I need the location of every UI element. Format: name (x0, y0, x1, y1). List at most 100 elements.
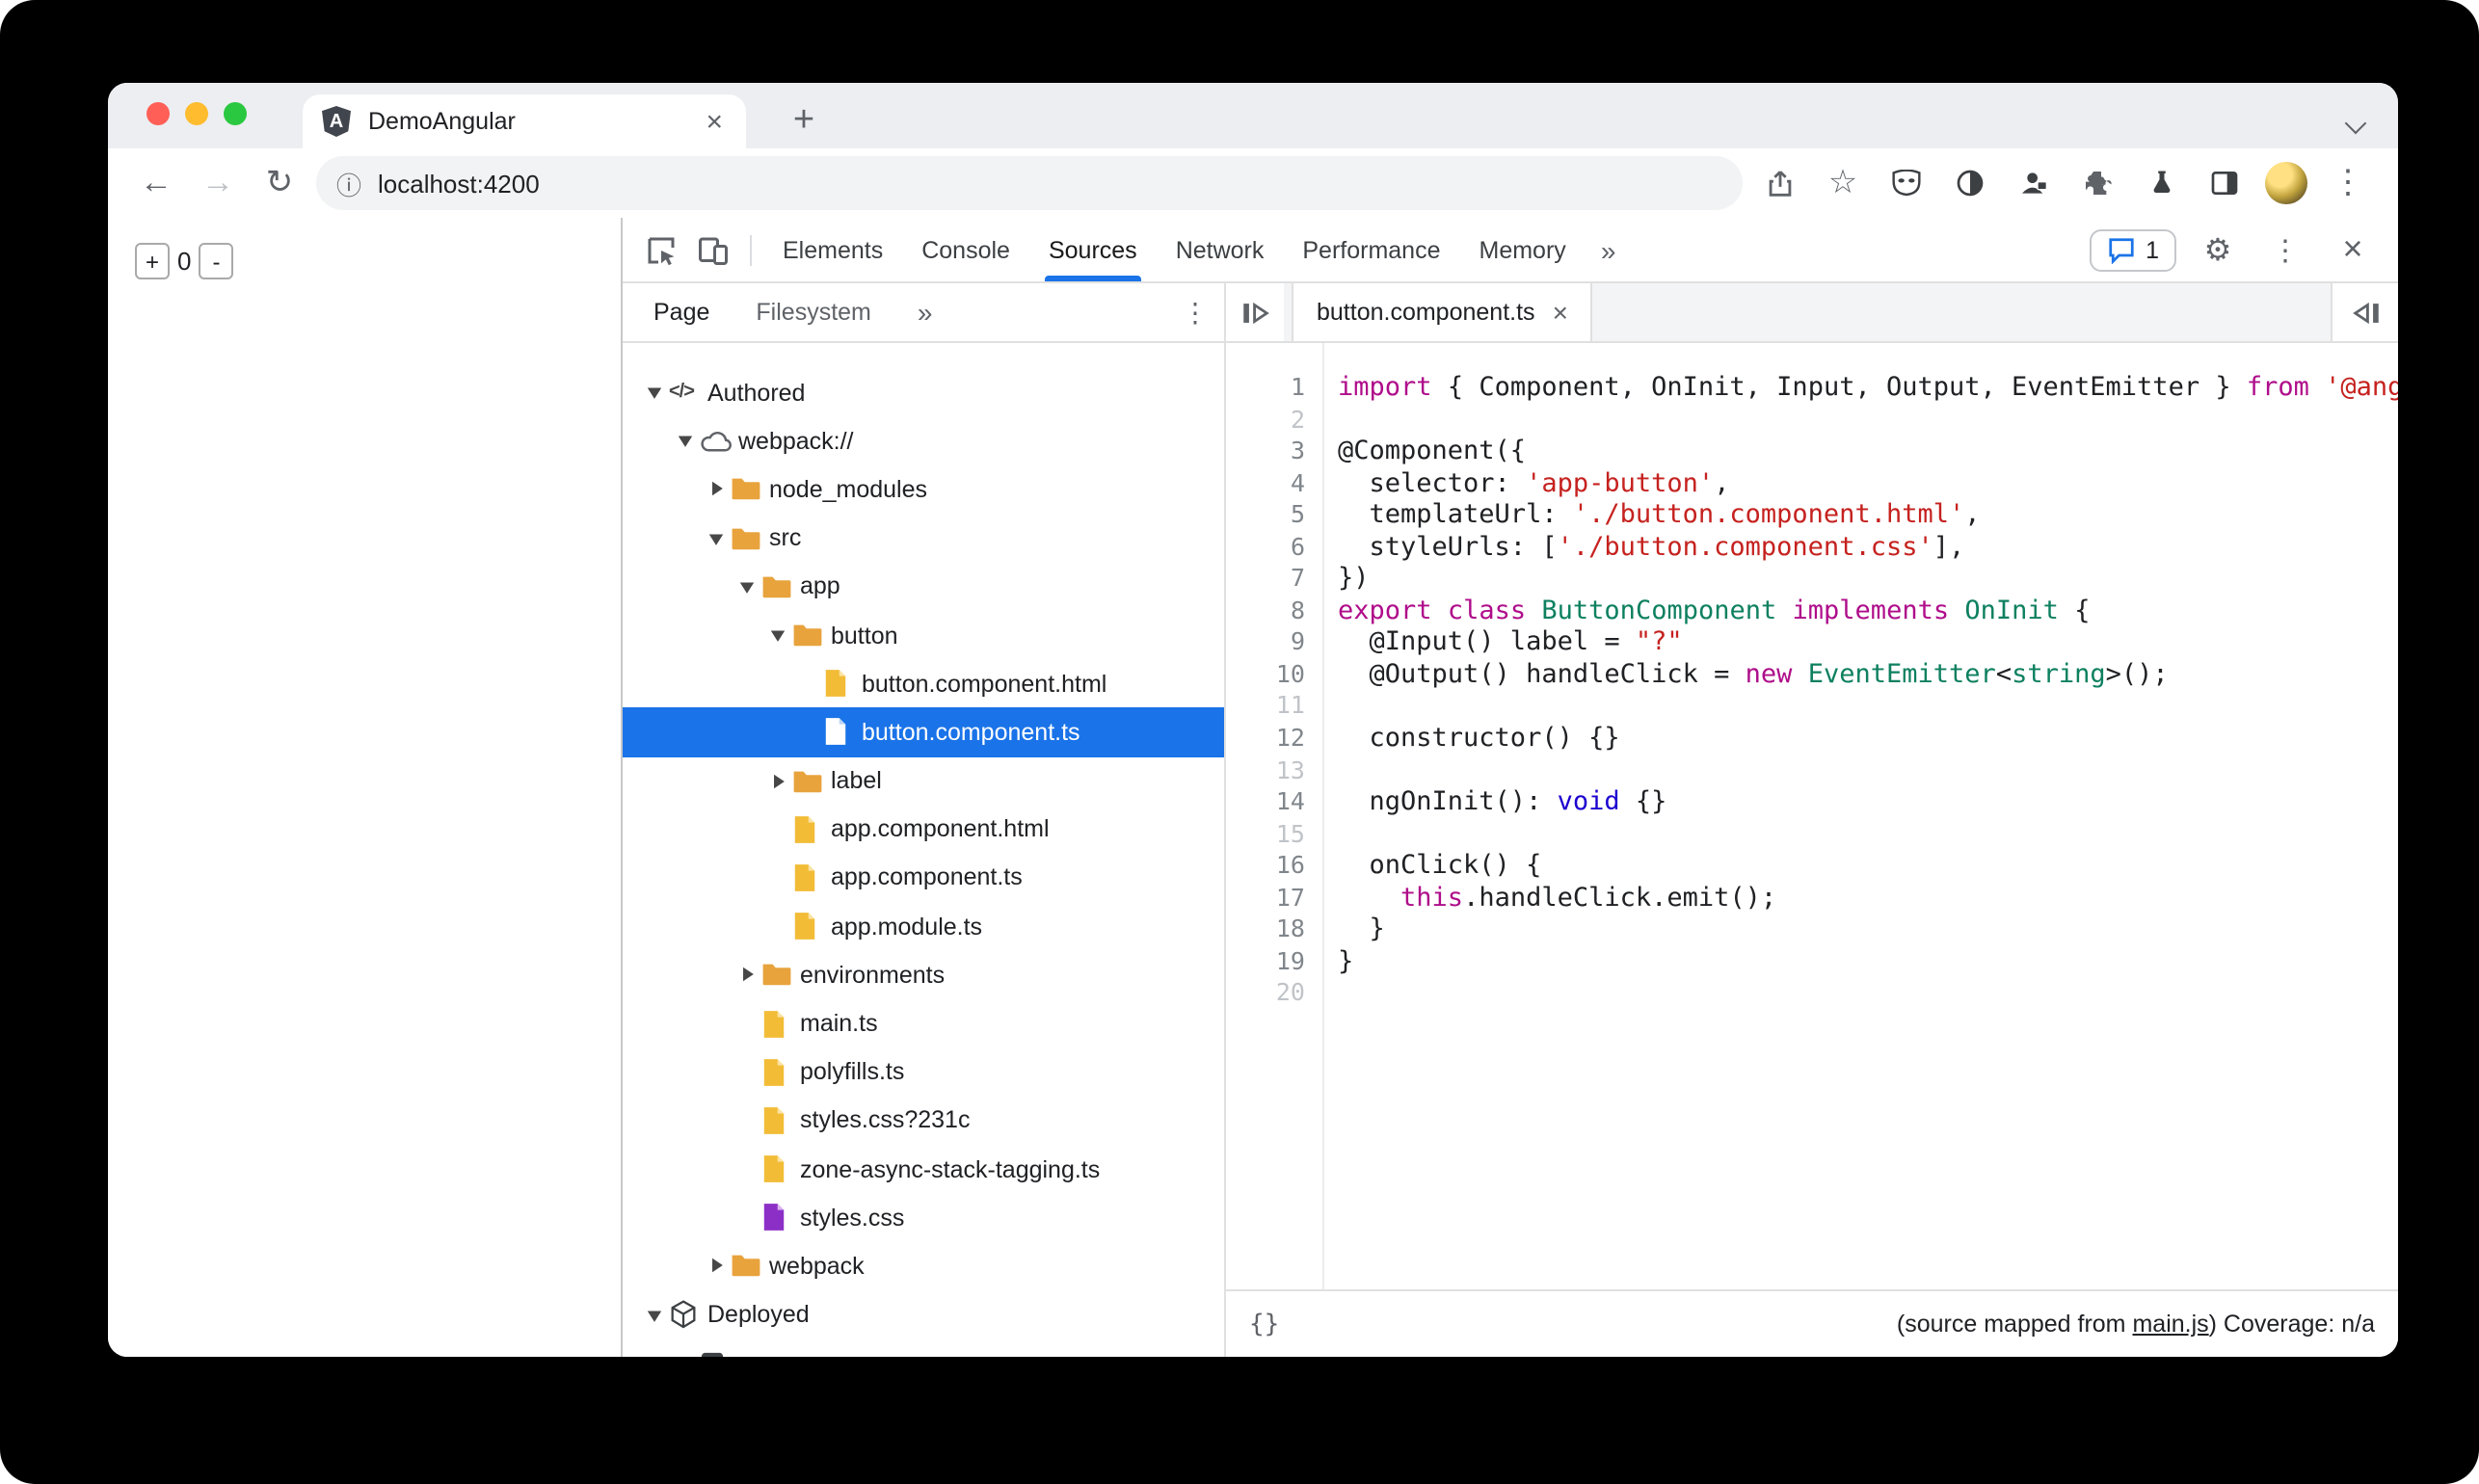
settings-gear-icon[interactable]: ⚙ (2192, 225, 2244, 275)
code-editor[interactable]: 1 import { Component, OnInit, Input, Outp… (1226, 343, 2398, 1357)
tree-item-partial[interactable] (623, 1339, 1224, 1357)
tab-close-icon[interactable]: × (702, 103, 727, 140)
code-line-13[interactable]: 13 (1226, 755, 2398, 786)
nav-tab-filesystem[interactable]: Filesystem (748, 299, 878, 326)
line-number[interactable]: 14 (1226, 786, 1322, 818)
tree-item-button[interactable]: button (623, 611, 1224, 659)
increment-button[interactable]: + (135, 243, 170, 279)
navigator-kebab-icon[interactable]: ⋮ (1182, 296, 1209, 329)
tree-item-app-component-html[interactable]: app.component.html (623, 805, 1224, 853)
code-line-10[interactable]: 10 @Output() handleClick = new EventEmit… (1226, 659, 2398, 691)
expander-open-icon[interactable] (638, 1306, 669, 1323)
zoom-window-button[interactable] (224, 102, 247, 125)
line-number[interactable]: 5 (1226, 499, 1322, 531)
tree-item-zone-async-stack-tagging-ts[interactable]: zone-async-stack-tagging.ts (623, 1145, 1224, 1193)
expander-closed-icon[interactable] (700, 481, 731, 498)
tree-item-node-modules[interactable]: node_modules (623, 465, 1224, 514)
show-sidebar-icon[interactable] (2331, 283, 2398, 341)
line-number[interactable]: 1 (1226, 372, 1322, 404)
more-tabs-chevron[interactable]: » (1586, 234, 1632, 265)
extension-contrast-icon[interactable] (1947, 158, 1993, 208)
reload-icon[interactable]: ↻ (254, 158, 305, 208)
code-line-11[interactable]: 11 (1226, 691, 2398, 723)
browser-tab[interactable]: A DemoAngular × (303, 94, 746, 148)
code-line-20[interactable]: 20 (1226, 978, 2398, 1010)
tree-item-app[interactable]: app (623, 563, 1224, 611)
code-line-16[interactable]: 16 onClick() { (1226, 850, 2398, 882)
expander-open-icon[interactable] (700, 529, 731, 546)
tree-item-environments[interactable]: environments (623, 951, 1224, 999)
expander-closed-icon[interactable] (731, 967, 761, 984)
tab-network[interactable]: Network (1157, 218, 1284, 281)
inspect-element-icon[interactable] (634, 225, 686, 275)
extensions-puzzle-icon[interactable] (2074, 158, 2120, 208)
line-number[interactable]: 2 (1226, 404, 1322, 436)
tree-item-styles-css[interactable]: styles.css (623, 1193, 1224, 1241)
tree-item-src[interactable]: src (623, 514, 1224, 562)
editor-tab-button-component-ts[interactable]: button.component.ts × (1292, 283, 1593, 341)
line-number[interactable]: 15 (1226, 818, 1322, 850)
line-number[interactable]: 20 (1226, 978, 1322, 1010)
expander-closed-icon[interactable] (761, 772, 792, 789)
hide-navigator-icon[interactable] (1226, 283, 1284, 341)
nav-more-chevron[interactable]: » (918, 297, 933, 328)
device-toolbar-icon[interactable] (686, 225, 738, 275)
tree-item-button-component-html[interactable]: button.component.html (623, 659, 1224, 707)
line-number[interactable]: 18 (1226, 914, 1322, 946)
expander-open-icon[interactable] (638, 384, 669, 401)
devtools-menu-kebab-icon[interactable]: ⋮ (2259, 225, 2311, 275)
tree-item-app-component-ts[interactable]: app.component.ts (623, 854, 1224, 902)
tab-performance[interactable]: Performance (1283, 218, 1459, 281)
back-icon[interactable]: ← (131, 158, 181, 208)
decrement-button[interactable]: - (199, 243, 234, 279)
tab-search-chevron-icon[interactable] (2344, 106, 2367, 141)
extension-mask-icon[interactable] (1883, 158, 1930, 208)
close-window-button[interactable] (147, 102, 170, 125)
expander-closed-icon[interactable] (700, 1258, 731, 1275)
code-line-3[interactable]: 3 @Component({ (1226, 436, 2398, 467)
line-number[interactable]: 9 (1226, 627, 1322, 659)
tree-item-deployed[interactable]: Deployed (623, 1290, 1224, 1338)
line-number[interactable]: 12 (1226, 723, 1322, 755)
side-panel-icon[interactable] (2201, 158, 2248, 208)
issues-count-button[interactable]: 1 (2090, 228, 2176, 271)
main-js-link[interactable]: main.js (2132, 1311, 2208, 1338)
line-number[interactable]: 10 (1226, 659, 1322, 691)
code-line-4[interactable]: 4 selector: 'app-button', (1226, 467, 2398, 499)
line-number[interactable]: 8 (1226, 596, 1322, 627)
tab-console[interactable]: Console (902, 218, 1029, 281)
tree-item-styles-css-231c[interactable]: styles.css?231c (623, 1097, 1224, 1145)
code-line-12[interactable]: 12 constructor() {} (1226, 723, 2398, 755)
code-area[interactable]: 1 import { Component, OnInit, Input, Outp… (1226, 343, 2398, 1289)
line-number[interactable]: 17 (1226, 883, 1322, 914)
tab-memory[interactable]: Memory (1460, 218, 1586, 281)
expander-open-icon[interactable] (761, 626, 792, 644)
profile-avatar[interactable] (2265, 162, 2307, 204)
tree-item-webpack-[interactable]: webpack:// (623, 416, 1224, 464)
line-number[interactable]: 16 (1226, 850, 1322, 882)
bookmark-star-icon[interactable]: ☆ (1820, 158, 1866, 208)
code-line-19[interactable]: 19} (1226, 946, 2398, 978)
code-line-2[interactable]: 2 (1226, 404, 2398, 436)
code-line-8[interactable]: 8 export class ButtonComponent implements… (1226, 596, 2398, 627)
site-info-icon[interactable]: ⓘ (324, 158, 374, 208)
extension-profile-lock-icon[interactable] (2011, 158, 2057, 208)
code-line-18[interactable]: 18 } (1226, 914, 2398, 946)
expander-open-icon[interactable] (731, 578, 761, 596)
line-number[interactable]: 19 (1226, 946, 1322, 978)
address-bar[interactable]: ⓘ localhost:4200 (316, 156, 1743, 210)
editor-tab-close-icon[interactable]: × (1553, 299, 1568, 326)
tree-item-main-ts[interactable]: main.ts (623, 999, 1224, 1047)
extension-flask-icon[interactable] (2138, 158, 2184, 208)
tab-elements[interactable]: Elements (763, 218, 902, 281)
tree-item-webpack[interactable]: webpack (623, 1242, 1224, 1290)
tree-item-polyfills-ts[interactable]: polyfills.ts (623, 1047, 1224, 1096)
line-number[interactable]: 3 (1226, 436, 1322, 467)
share-icon[interactable] (1756, 158, 1802, 208)
line-number[interactable]: 7 (1226, 564, 1322, 596)
minimize-window-button[interactable] (185, 102, 208, 125)
code-line-14[interactable]: 14 ngOnInit(): void {} (1226, 786, 2398, 818)
code-line-9[interactable]: 9 @Input() label = "?" (1226, 627, 2398, 659)
forward-icon[interactable]: → (193, 158, 243, 208)
tree-item-app-module-ts[interactable]: app.module.ts (623, 902, 1224, 950)
